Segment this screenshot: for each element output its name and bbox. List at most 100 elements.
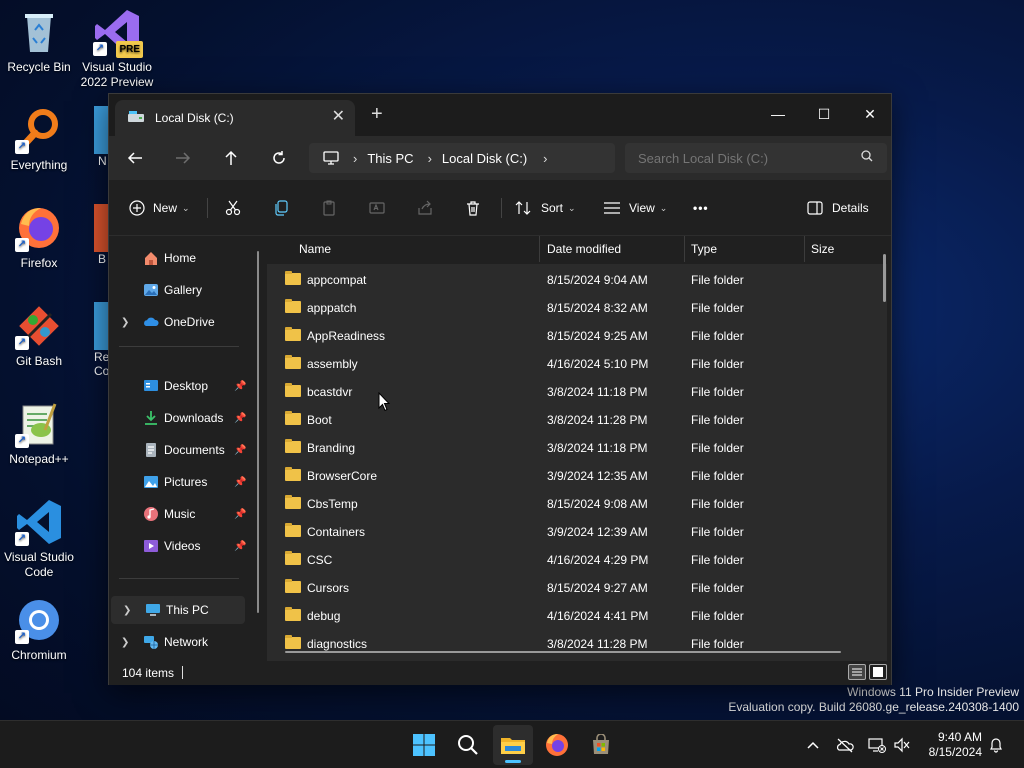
file-row[interactable]: appcompat 8/15/2024 9:04 AM File folder bbox=[267, 266, 867, 294]
sidebar-item-desktop[interactable]: Desktop 📌 bbox=[109, 372, 259, 400]
details-view-icon bbox=[852, 668, 862, 676]
file-row[interactable]: bcastdvr 3/8/2024 11:18 PM File folder bbox=[267, 378, 867, 406]
chevron-right-icon[interactable]: › bbox=[428, 151, 432, 166]
taskbar-file-explorer[interactable] bbox=[493, 725, 533, 765]
pin-icon[interactable]: 📌 bbox=[234, 541, 246, 552]
desktop-icon-chromium[interactable]: ↗ Chromium bbox=[0, 596, 78, 663]
desktop-icon-notepad-plus-plus[interactable]: ↗ Notepad++ bbox=[0, 400, 78, 467]
file-row[interactable]: assembly 4/16/2024 5:10 PM File folder bbox=[267, 350, 867, 378]
pin-icon[interactable]: 📌 bbox=[234, 445, 246, 456]
sidebar-item-network[interactable]: ❯ Network bbox=[109, 628, 259, 656]
new-tab-button[interactable]: + bbox=[371, 104, 383, 124]
back-button[interactable] bbox=[119, 144, 151, 172]
desktop-icon-firefox[interactable]: ↗ Firefox bbox=[0, 204, 78, 271]
file-row[interactable]: diagnostics 3/8/2024 11:28 PM File folder bbox=[267, 630, 867, 658]
search-icon[interactable] bbox=[861, 150, 873, 165]
taskbar-store[interactable] bbox=[581, 725, 621, 765]
details-pane-button[interactable]: Details bbox=[807, 194, 869, 222]
taskbar-search-button[interactable] bbox=[448, 725, 488, 765]
cut-button[interactable] bbox=[225, 194, 241, 222]
file-row[interactable]: debug 4/16/2024 4:41 PM File folder bbox=[267, 602, 867, 630]
sidebar-item-pictures[interactable]: Pictures 📌 bbox=[109, 468, 259, 496]
sidebar-item-home[interactable]: Home bbox=[109, 244, 259, 272]
file-explorer-icon bbox=[501, 738, 525, 754]
column-divider[interactable] bbox=[684, 236, 685, 262]
sidebar-item-this-pc[interactable]: ❯ This PC bbox=[111, 596, 245, 624]
copy-button[interactable] bbox=[273, 194, 289, 222]
rename-button[interactable] bbox=[369, 194, 385, 222]
column-divider[interactable] bbox=[539, 236, 540, 262]
file-row[interactable]: CbsTemp 8/15/2024 9:08 AM File folder bbox=[267, 490, 867, 518]
up-button[interactable] bbox=[215, 144, 247, 172]
file-row[interactable]: Containers 3/9/2024 12:39 AM File folder bbox=[267, 518, 867, 546]
desktop-icon-visual-studio[interactable]: PRE ↗ Visual Studio 2022 Preview bbox=[78, 8, 156, 90]
desktop-icon-vscode[interactable]: ↗ Visual Studio Code bbox=[0, 498, 78, 580]
breadcrumb-this-pc[interactable]: This PC bbox=[367, 151, 413, 166]
notification-bell-icon[interactable] bbox=[986, 735, 1006, 755]
column-header-date-modified[interactable]: Date modified bbox=[547, 242, 621, 256]
sort-button[interactable]: Sort ⌄ bbox=[515, 194, 576, 222]
file-list-scrollbar[interactable] bbox=[883, 254, 886, 302]
file-date-modified: 8/15/2024 9:08 AM bbox=[547, 497, 648, 511]
breadcrumb-local-disk[interactable]: Local Disk (C:) bbox=[442, 151, 527, 166]
file-type: File folder bbox=[691, 525, 744, 539]
details-view-toggle[interactable] bbox=[848, 664, 866, 680]
maximize-button[interactable]: ☐ bbox=[801, 100, 847, 128]
chevron-right-icon[interactable]: ❯ bbox=[121, 637, 129, 648]
file-row[interactable]: CSC 4/16/2024 4:29 PM File folder bbox=[267, 546, 867, 574]
share-button[interactable] bbox=[417, 194, 433, 222]
pin-icon[interactable]: 📌 bbox=[234, 477, 246, 488]
chevron-right-icon[interactable]: ❯ bbox=[121, 317, 129, 328]
desktop-icon-everything[interactable]: ↗ Everything bbox=[0, 106, 78, 173]
chevron-right-icon[interactable]: › bbox=[353, 151, 357, 166]
show-hidden-icons-chevron-up-icon[interactable] bbox=[803, 735, 823, 755]
address-bar[interactable]: › This PC › Local Disk (C:) › bbox=[309, 143, 615, 173]
network-disconnected-icon[interactable] bbox=[867, 735, 887, 755]
close-window-button[interactable]: ✕ bbox=[847, 100, 893, 128]
pin-icon[interactable]: 📌 bbox=[234, 381, 246, 392]
new-button[interactable]: New ⌄ bbox=[129, 194, 190, 222]
sidebar-item-onedrive[interactable]: ❯ OneDrive bbox=[109, 308, 259, 336]
file-row[interactable]: Boot 3/8/2024 11:28 PM File folder bbox=[267, 406, 867, 434]
pin-icon[interactable]: 📌 bbox=[234, 413, 246, 424]
tiles-view-toggle[interactable] bbox=[869, 664, 887, 680]
tiles-view-icon bbox=[873, 667, 883, 677]
refresh-button[interactable] bbox=[263, 144, 295, 172]
view-button[interactable]: View ⌄ bbox=[603, 194, 667, 222]
column-header-type[interactable]: Type bbox=[691, 242, 717, 256]
chevron-right-icon[interactable]: ❯ bbox=[123, 605, 131, 616]
sidebar-item-documents[interactable]: Documents 📌 bbox=[109, 436, 259, 464]
minimize-button[interactable]: — bbox=[755, 100, 801, 128]
pin-icon[interactable]: 📌 bbox=[234, 509, 246, 520]
delete-button[interactable] bbox=[465, 194, 481, 222]
column-header-name[interactable]: Name bbox=[299, 242, 331, 256]
volume-muted-icon[interactable] bbox=[892, 735, 912, 755]
sidebar-item-downloads[interactable]: Downloads 📌 bbox=[109, 404, 259, 432]
start-button[interactable] bbox=[404, 725, 444, 765]
sidebar-item-music[interactable]: Music 📌 bbox=[109, 500, 259, 528]
tab-local-disk[interactable]: Local Disk (C:) ✕ bbox=[115, 100, 355, 136]
file-row[interactable]: AppReadiness 8/15/2024 9:25 AM File folder bbox=[267, 322, 867, 350]
taskbar-firefox[interactable] bbox=[537, 725, 577, 765]
firefox-icon bbox=[546, 734, 568, 756]
chevron-right-icon[interactable]: › bbox=[543, 151, 547, 166]
sidebar-item-gallery[interactable]: Gallery bbox=[109, 276, 259, 304]
file-row[interactable]: Branding 3/8/2024 11:18 PM File folder bbox=[267, 434, 867, 462]
onedrive-sync-off-icon[interactable] bbox=[835, 735, 855, 755]
sidebar-item-videos[interactable]: Videos 📌 bbox=[109, 532, 259, 560]
file-row[interactable]: apppatch 8/15/2024 8:32 AM File folder bbox=[267, 294, 867, 322]
search-input[interactable] bbox=[625, 143, 887, 173]
forward-button[interactable] bbox=[167, 144, 199, 172]
column-header-size[interactable]: Size bbox=[811, 242, 834, 256]
desktop-icon-git-bash[interactable]: ↗ Git Bash bbox=[0, 302, 78, 369]
column-divider[interactable] bbox=[804, 236, 805, 262]
paste-button[interactable] bbox=[321, 194, 337, 222]
more-options-button[interactable]: ••• bbox=[693, 194, 709, 222]
desktop-icon-recycle-bin[interactable]: Recycle Bin bbox=[0, 8, 78, 75]
taskbar-clock[interactable]: 9:40 AM 8/15/2024 bbox=[929, 730, 982, 760]
file-row[interactable]: Cursors 8/15/2024 9:27 AM File folder bbox=[267, 574, 867, 602]
file-row[interactable]: BrowserCore 3/9/2024 12:35 AM File folder bbox=[267, 462, 867, 490]
tab-close-icon[interactable]: ✕ bbox=[332, 109, 345, 125]
file-list-horizontal-scrollbar[interactable] bbox=[285, 651, 841, 653]
sidebar-scrollbar[interactable] bbox=[257, 251, 259, 613]
